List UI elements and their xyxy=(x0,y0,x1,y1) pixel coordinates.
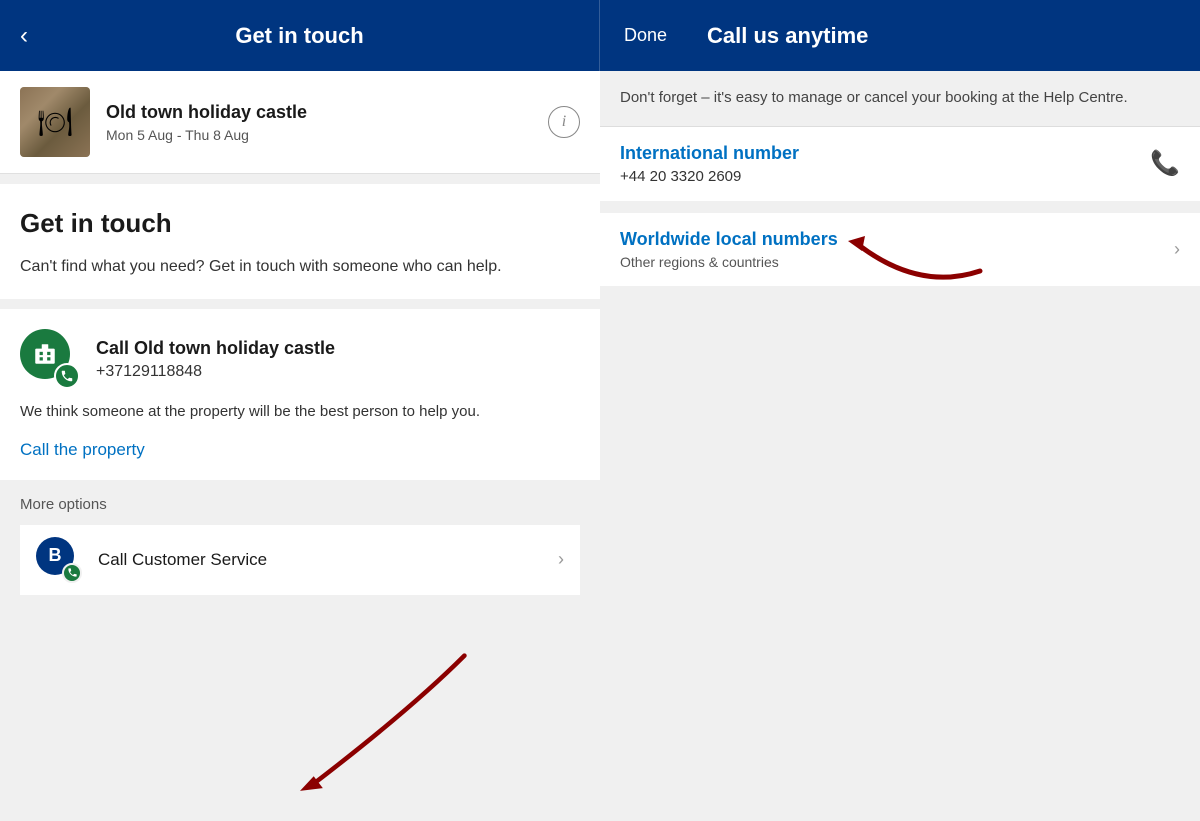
help-notice: Don't forget – it's easy to manage or ca… xyxy=(600,71,1200,127)
cs-phone-svg xyxy=(67,567,78,578)
call-property-name: Call Old town holiday castle xyxy=(96,338,580,359)
call-property-header: Call Old town holiday castle +3712911884… xyxy=(20,329,580,389)
international-number-section: International number +44 20 3320 2609 📞 xyxy=(600,127,1200,201)
more-options-label: More options xyxy=(20,496,580,513)
header: ‹ Get in touch Done Call us anytime xyxy=(0,0,1200,71)
get-in-touch-section: Get in touch Can't find what you need? G… xyxy=(0,184,600,299)
left-panel-wrapper: Old town holiday castle Mon 5 Aug - Thu … xyxy=(0,71,600,821)
property-info: Old town holiday castle Mon 5 Aug - Thu … xyxy=(106,102,548,143)
header-right: Done Call us anytime xyxy=(600,0,1200,71)
worldwide-chevron-icon: › xyxy=(1174,239,1180,260)
worldwide-section[interactable]: Worldwide local numbers Other regions & … xyxy=(600,213,1200,286)
back-button[interactable]: ‹ xyxy=(20,22,28,50)
done-button[interactable]: Done xyxy=(600,25,691,46)
international-number-info: International number +44 20 3320 2609 xyxy=(620,143,1150,185)
phone-svg xyxy=(60,369,74,383)
call-property-number: +37129118848 xyxy=(96,363,580,381)
cs-phone-badge xyxy=(62,563,82,583)
right-panel: Don't forget – it's easy to manage or ca… xyxy=(600,71,1200,286)
right-panel-wrapper: Don't forget – it's easy to manage or ca… xyxy=(600,71,1200,821)
call-property-card: Call Old town holiday castle +3712911884… xyxy=(0,309,600,480)
call-us-anytime-title: Call us anytime xyxy=(691,23,868,49)
call-property-info: Call Old town holiday castle +3712911884… xyxy=(96,338,580,381)
customer-service-label: Call Customer Service xyxy=(98,550,558,570)
worldwide-label: Worldwide local numbers xyxy=(620,229,1174,250)
call-icon-container xyxy=(20,329,80,389)
customer-service-chevron-icon: › xyxy=(558,549,564,570)
property-card: Old town holiday castle Mon 5 Aug - Thu … xyxy=(0,71,600,174)
separator xyxy=(600,203,1200,211)
header-title: Get in touch xyxy=(235,23,363,49)
call-international-icon[interactable]: 📞 xyxy=(1150,149,1180,178)
building-svg xyxy=(32,341,58,367)
international-number-value: +44 20 3320 2609 xyxy=(620,168,1150,185)
info-icon-button[interactable]: i xyxy=(548,106,580,138)
left-panel: Old town holiday castle Mon 5 Aug - Thu … xyxy=(0,71,600,603)
customer-service-row[interactable]: B Call Customer Service › xyxy=(20,525,580,595)
header-left: ‹ Get in touch xyxy=(0,0,600,71)
worldwide-description: Other regions & countries xyxy=(620,254,1174,270)
more-options-section: More options B Call Customer Service › xyxy=(0,480,600,603)
cs-icon-container: B xyxy=(36,537,82,583)
main-content: Old town holiday castle Mon 5 Aug - Thu … xyxy=(0,71,1200,821)
call-property-description: We think someone at the property will be… xyxy=(20,401,580,424)
property-dates: Mon 5 Aug - Thu 8 Aug xyxy=(106,127,548,143)
call-property-link[interactable]: Call the property xyxy=(20,440,145,459)
phone-badge-icon xyxy=(54,363,80,389)
get-in-touch-heading: Get in touch xyxy=(20,208,580,239)
get-in-touch-description: Can't find what you need? Get in touch w… xyxy=(20,255,580,279)
international-number-label[interactable]: International number xyxy=(620,143,1150,164)
worldwide-info: Worldwide local numbers Other regions & … xyxy=(620,229,1174,270)
property-name: Old town holiday castle xyxy=(106,102,548,123)
property-image xyxy=(20,87,90,157)
